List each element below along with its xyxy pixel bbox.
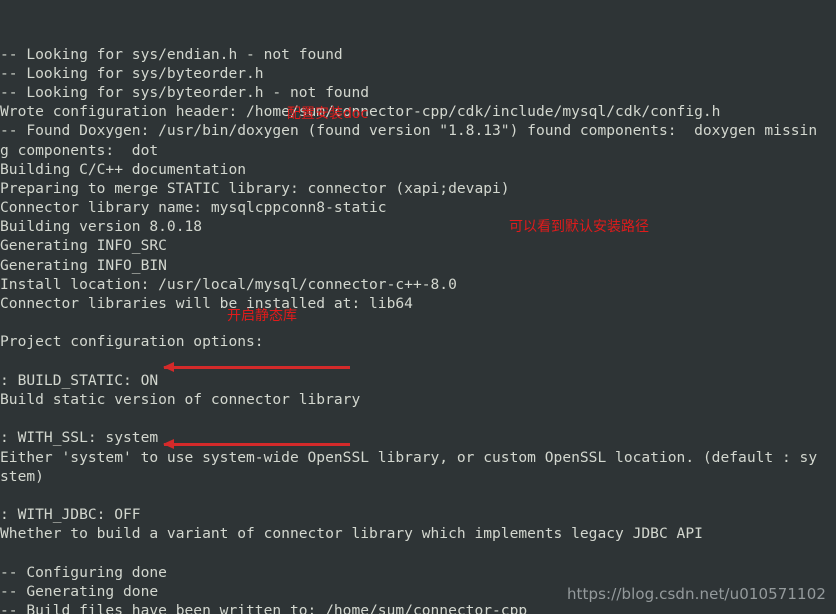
annotation-arrow-left-icon: [163, 362, 350, 372]
terminal-output-line: Project configuration options:: [0, 333, 264, 351]
terminal-output-line: Connector libraries will be installed at…: [0, 295, 413, 313]
terminal-output: -- Looking for sys/endian.h - not found -…: [0, 45, 836, 614]
terminal-output-line: Build static version of connector librar…: [0, 390, 361, 408]
terminal-screen: -- Looking for sys/endian.h - not found -…: [0, 0, 836, 614]
terminal-output-line: -- Looking for sys/byteorder.h: [0, 64, 264, 82]
terminal-output-line: Install location: /usr/local/mysql/conne…: [0, 275, 457, 293]
site-watermark: https://blog.csdn.net/u010571102: [566, 584, 826, 603]
terminal-output-line: Generating INFO_SRC: [0, 237, 167, 255]
terminal-window[interactable]: -- Looking for sys/endian.h - not found -…: [0, 0, 836, 614]
terminal-output-line: -- Found Doxygen: /usr/bin/doxygen (foun…: [0, 122, 818, 140]
terminal-output-line: g components: dot: [0, 141, 159, 159]
terminal-output-line: Building C/C++ documentation: [0, 160, 247, 178]
terminal-output-line: -- Looking for sys/endian.h - not found: [0, 45, 343, 63]
annotation-note: 可以看到默认安装路径: [509, 219, 649, 235]
terminal-output-line: Either 'system' to use system-wide OpenS…: [0, 448, 818, 466]
terminal-output-line: -- Looking for sys/byteorder.h - not fou…: [0, 83, 370, 101]
terminal-output-line: Wrote configuration header: /home/sum/co…: [0, 103, 721, 121]
terminal-output-line: Preparing to merge STATIC library: conne…: [0, 179, 510, 197]
terminal-output-line: : WITH_JDBC: OFF: [0, 506, 141, 524]
terminal-output-line: Building version 8.0.18: [0, 218, 203, 236]
terminal-output-line: Connector library name: mysqlcppconn8-st…: [0, 199, 387, 217]
annotation-note: 开启静态库: [227, 308, 297, 324]
terminal-output-line: stem): [0, 467, 44, 485]
terminal-output-line: : BUILD_STATIC: ON: [0, 371, 159, 389]
terminal-output-line: Generating INFO_BIN: [0, 256, 167, 274]
annotation-note: 配置安装doc: [287, 106, 369, 122]
annotation-arrow-left-icon: [163, 439, 350, 449]
terminal-output-line: : WITH_SSL: system: [0, 429, 159, 447]
terminal-output-line: Whether to build a variant of connector …: [0, 525, 703, 543]
terminal-output-line: -- Configuring done: [0, 563, 167, 581]
